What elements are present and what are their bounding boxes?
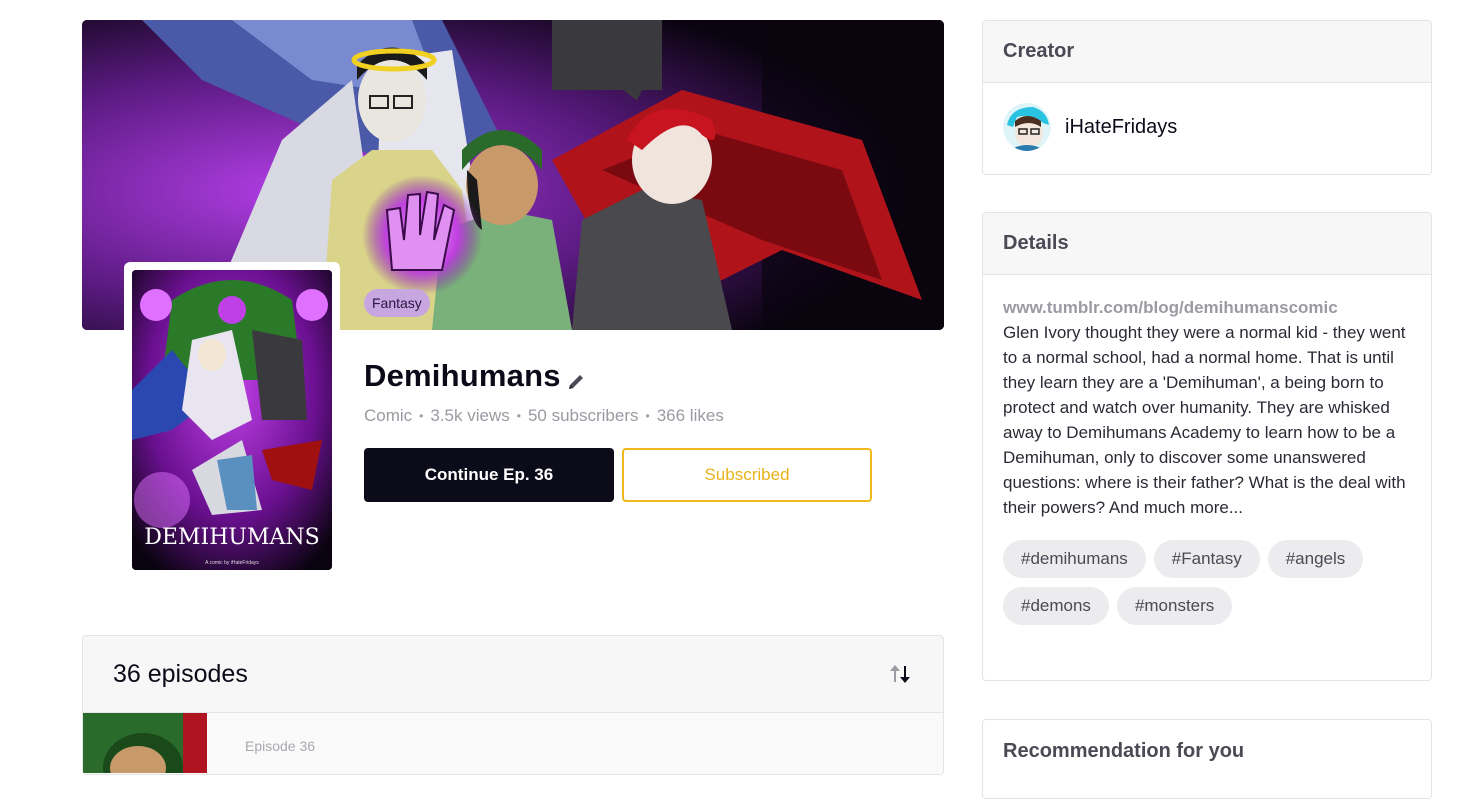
creator-card: Creator iHateFridays: [982, 20, 1432, 175]
series-title-text: Demihumans: [364, 358, 561, 393]
series-cover: DEMIHUMANS A comic by iHateFridays: [124, 262, 340, 578]
tag-chip[interactable]: #demihumans: [1003, 540, 1146, 578]
series-type: Comic: [364, 406, 413, 425]
pencil-edit-icon[interactable]: [565, 365, 587, 389]
separator-dot: •: [516, 409, 521, 423]
genre-badge[interactable]: Fantasy: [364, 289, 430, 317]
likes-count: 366 likes: [656, 406, 724, 425]
episodes-count: 36 episodes: [113, 659, 248, 688]
creator-heading: Creator: [983, 21, 1431, 83]
subscribed-button[interactable]: Subscribed: [622, 448, 872, 502]
tag-chip[interactable]: #Fantasy: [1153, 540, 1260, 578]
recommendation-card: Recommendation for you: [982, 719, 1432, 799]
subscribers-count: 50 subscribers: [527, 406, 639, 425]
tag-chip[interactable]: #monsters: [1116, 587, 1233, 625]
creator-avatar[interactable]: [1003, 103, 1051, 151]
cover-subtitle: A comic by iHateFridays: [205, 560, 259, 566]
cover-title: DEMIHUMANS: [144, 525, 320, 550]
continue-episode-button[interactable]: Continue Ep. 36: [364, 448, 614, 502]
episode-row[interactable]: Episode 36: [83, 713, 943, 774]
sort-order-icon[interactable]: [887, 661, 913, 687]
series-stats: Comic • 3.5k views • 50 subscribers • 36…: [364, 406, 724, 426]
tag-list: #demihumans #Fantasy #angels #demons #mo…: [1003, 540, 1411, 634]
series-title: Demihumans: [364, 358, 587, 394]
episode-thumbnail: [83, 713, 207, 773]
tag-chip[interactable]: #angels: [1267, 540, 1364, 578]
separator-dot: •: [645, 409, 650, 423]
separator-dot: •: [419, 409, 424, 423]
details-card: Details www.tumblr.com/blog/demihumansco…: [982, 212, 1432, 681]
series-description: Glen Ivory thought they were a normal ki…: [1003, 323, 1406, 517]
cover-artwork: DEMIHUMANS A comic by iHateFridays: [132, 270, 332, 570]
episodes-panel: 36 episodes Episode 36: [82, 635, 944, 775]
episode-label: Episode 36: [245, 738, 316, 754]
details-heading: Details: [983, 213, 1431, 275]
external-link[interactable]: www.tumblr.com/blog/demihumanscomic: [1003, 295, 1411, 320]
creator-name[interactable]: iHateFridays: [1065, 116, 1177, 139]
episodes-header: 36 episodes: [83, 636, 943, 713]
recommendation-heading: Recommendation for you: [1003, 740, 1245, 762]
tag-chip[interactable]: #demons: [1003, 587, 1109, 625]
views-count: 3.5k views: [430, 406, 510, 425]
details-body: www.tumblr.com/blog/demihumanscomic Glen…: [983, 275, 1431, 634]
creator-profile-link[interactable]: iHateFridays: [983, 83, 1431, 171]
